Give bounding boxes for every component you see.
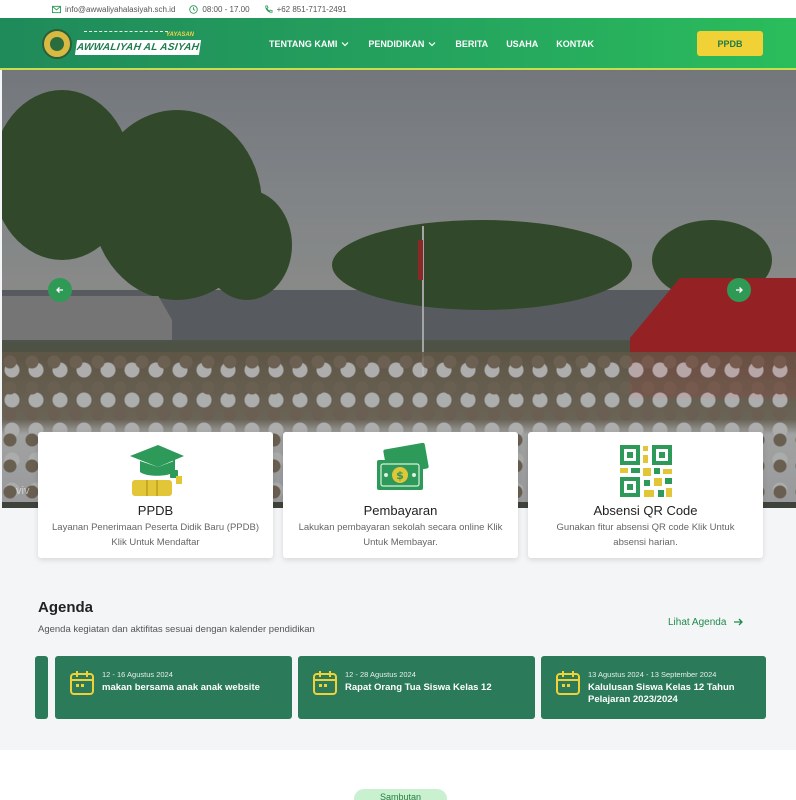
feature-card-absensi[interactable]: Absensi QR Code Gunakan fitur absensi QR…	[528, 432, 763, 558]
view-agenda-link[interactable]: Lihat Agenda	[668, 616, 744, 628]
mail-icon	[52, 5, 61, 13]
agenda-card[interactable]: 13 Agustus 2024 - 13 September 2024 Kalu…	[541, 656, 766, 719]
view-agenda-label: Lihat Agenda	[668, 616, 727, 628]
hero-watermark: viv	[16, 485, 30, 497]
nav-item-kontak[interactable]: KONTAK	[556, 39, 594, 49]
slider-next-button[interactable]	[727, 278, 751, 302]
email-contact[interactable]: info@awwaliyahalasiyah.sch.id	[52, 5, 175, 14]
email-text: info@awwaliyahalasiyah.sch.id	[65, 4, 176, 14]
agenda-heading: Agenda	[38, 599, 94, 616]
chevron-down-icon	[428, 42, 436, 47]
agenda-card[interactable]: 12 - 16 Agustus 2024 makan bersama anak …	[55, 656, 292, 719]
money-icon: $	[376, 442, 429, 490]
agenda-subtitle: Agenda kegiatan dan aktifitas sesuai den…	[38, 624, 315, 635]
main-navbar: YAYASAN AWWALIYAH AL ASIYAH TENTANG KAMI…	[0, 18, 796, 70]
feature-title: Absensi QR Code	[593, 503, 698, 518]
nav-item-usaha[interactable]: USAHA	[506, 39, 538, 49]
ppdb-button[interactable]: PPDB	[697, 31, 763, 56]
agenda-date: 12 - 16 Agustus 2024	[102, 670, 173, 679]
agenda-card-partial[interactable]	[35, 656, 48, 719]
feature-card-ppdb[interactable]: PPDB Layanan Penerimaan Peserta Didik Ba…	[38, 432, 273, 558]
arrow-right-icon	[734, 618, 744, 626]
nav-item-tentang-kami[interactable]: TENTANG KAMI	[269, 39, 350, 49]
phone-text: +62 851-7171-2491	[276, 4, 347, 14]
calendar-icon	[70, 671, 94, 695]
arrow-right-icon	[736, 287, 743, 293]
logo-seal-icon	[42, 29, 72, 59]
hours-text: 08:00 - 17.00	[202, 4, 250, 14]
feature-description: Layanan Penerimaan Peserta Didik Baru (P…	[52, 522, 259, 548]
arabic-script-line	[84, 31, 168, 34]
site-logo[interactable]: YAYASAN AWWALIYAH AL ASIYAH	[42, 27, 202, 61]
nav-item-pendidikan[interactable]: PENDIDIKAN	[368, 39, 437, 49]
chevron-down-icon	[341, 42, 349, 47]
contact-bar: info@awwaliyahalasiyah.sch.id 08:00 - 17…	[0, 0, 796, 18]
feature-description: Gunakan fitur absensi QR code Klik Untuk…	[556, 522, 735, 548]
agenda-date: 12 - 28 Agustus 2024	[345, 670, 416, 679]
clock-icon	[189, 4, 199, 14]
nav-item-label: TENTANG KAMI	[269, 39, 338, 49]
feature-title: PPDB	[137, 503, 174, 518]
agenda-date: 13 Agustus 2024 - 13 September 2024	[588, 670, 717, 679]
phone-contact[interactable]: +62 851-7171-2491	[264, 5, 347, 14]
section-pill-sambutan: Sambutan	[354, 789, 447, 800]
phone-icon	[264, 4, 273, 13]
slider-prev-button[interactable]	[48, 278, 72, 302]
nav-item-label: BERITA	[455, 39, 489, 49]
nav-item-label: USAHA	[506, 39, 539, 49]
feature-card-pembayaran[interactable]: $ Pembayaran Lakukan pembayaran sekolah …	[283, 432, 518, 558]
feature-description: Lakukan pembayaran sekolah secara online…	[298, 522, 503, 548]
calendar-icon	[556, 671, 580, 695]
agenda-title: Rapat Orang Tua Siswa Kelas 12	[345, 682, 492, 693]
nav-menu: TENTANG KAMI PENDIDIKAN BERITA USAHA KON…	[269, 18, 612, 70]
calendar-icon	[313, 671, 337, 695]
agenda-title: Kalulusan Siswa Kelas 12 Tahun Pelajaran…	[588, 682, 735, 705]
nav-item-label: PENDIDIKAN	[368, 39, 425, 49]
logo-wordmark: YAYASAN AWWALIYAH AL ASIYAH	[74, 29, 202, 59]
graduation-cap-icon	[129, 445, 184, 496]
logo-name-text: AWWALIYAH AL ASIYAH	[74, 40, 202, 55]
nav-item-label: KONTAK	[556, 39, 595, 49]
agenda-title: makan bersama anak anak website	[102, 682, 260, 693]
nav-item-berita[interactable]: BERITA	[455, 39, 488, 49]
qr-code-icon	[619, 445, 672, 497]
arrow-left-icon	[56, 287, 63, 293]
logo-yayasan-text: YAYASAN	[165, 32, 194, 38]
svg-text:$: $	[396, 469, 404, 482]
feature-title: Pembayaran	[363, 503, 438, 518]
hours-contact: 08:00 - 17.00	[189, 4, 250, 14]
agenda-card[interactable]: 12 - 28 Agustus 2024 Rapat Orang Tua Sis…	[298, 656, 535, 719]
